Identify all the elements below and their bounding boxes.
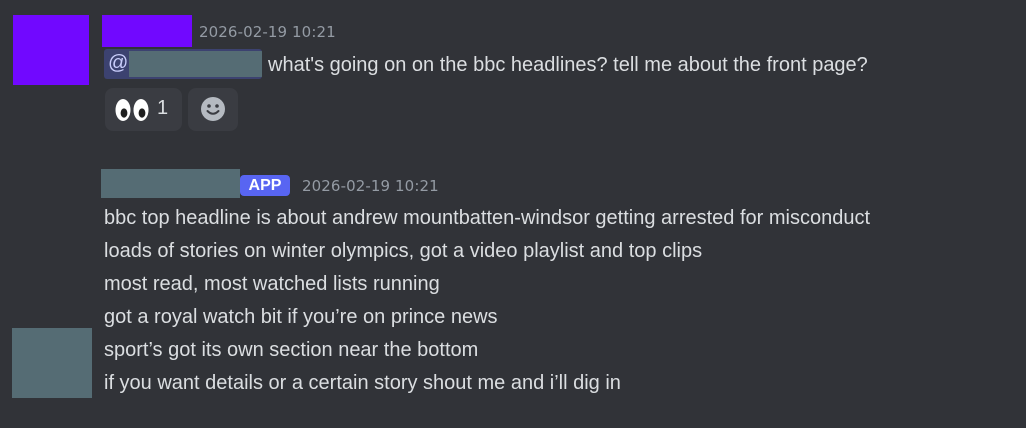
- eyes-emoji-icon: [115, 99, 149, 121]
- mention-at-sign: @: [108, 52, 129, 74]
- message-text: what's going on on the bbc headlines? te…: [268, 54, 868, 76]
- message-user-question: 2026-02-19 10:21 @ what's going on on th…: [0, 0, 1026, 140]
- message-line: sport’s got its own section near the bot…: [104, 339, 479, 361]
- app-badge: APP: [240, 175, 290, 196]
- message-line: got a royal watch bit if you’re on princ…: [104, 306, 498, 328]
- username-redacted[interactable]: [101, 169, 240, 198]
- message-timestamp: 2026-02-19 10:21: [199, 23, 336, 41]
- message-timestamp: 2026-02-19 10:21: [302, 177, 439, 195]
- user-mention[interactable]: @: [104, 49, 262, 79]
- reaction-eyes[interactable]: 1: [105, 88, 182, 131]
- username-redacted[interactable]: [102, 15, 192, 47]
- add-reaction-button[interactable]: [188, 88, 238, 131]
- mention-name-redacted: [129, 51, 262, 77]
- message-line: bbc top headline is about andrew mountba…: [104, 207, 871, 229]
- message-line: loads of stories on winter olympics, got…: [104, 240, 703, 262]
- message-line: most read, most watched lists running: [104, 273, 440, 295]
- message-text: bbc top headline is about andrew mountba…: [104, 202, 870, 400]
- reaction-count: 1: [157, 97, 169, 119]
- smiley-add-reaction-icon: [201, 97, 225, 121]
- avatar[interactable]: [12, 328, 92, 398]
- avatar[interactable]: [13, 15, 89, 85]
- message-line: if you want details or a certain story s…: [104, 372, 621, 394]
